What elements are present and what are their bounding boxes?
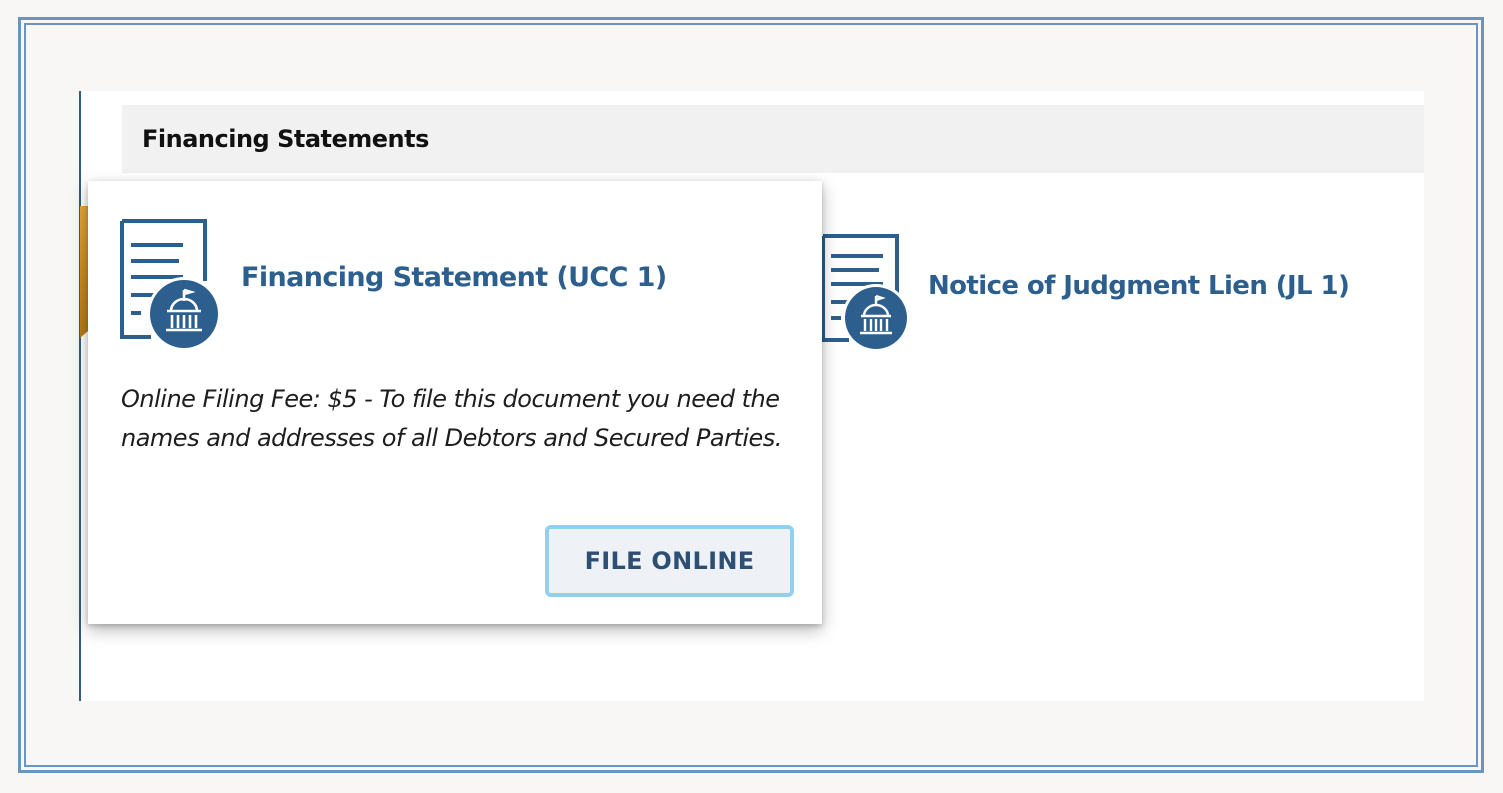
judgment-lien-title[interactable]: Notice of Judgment Lien (JL 1) — [928, 271, 1350, 301]
section-title: Financing Statements — [142, 125, 429, 153]
document-capitol-icon — [821, 234, 910, 352]
ucc1-title[interactable]: Financing Statement (UCC 1) — [241, 262, 667, 293]
file-online-label: FILE ONLINE — [584, 547, 755, 575]
section-header: Financing Statements — [122, 105, 1424, 173]
file-online-button[interactable]: FILE ONLINE — [545, 525, 794, 597]
document-capitol-icon — [120, 219, 221, 351]
ucc1-description: Online Filing Fee: $5 - To file this doc… — [121, 385, 782, 452]
